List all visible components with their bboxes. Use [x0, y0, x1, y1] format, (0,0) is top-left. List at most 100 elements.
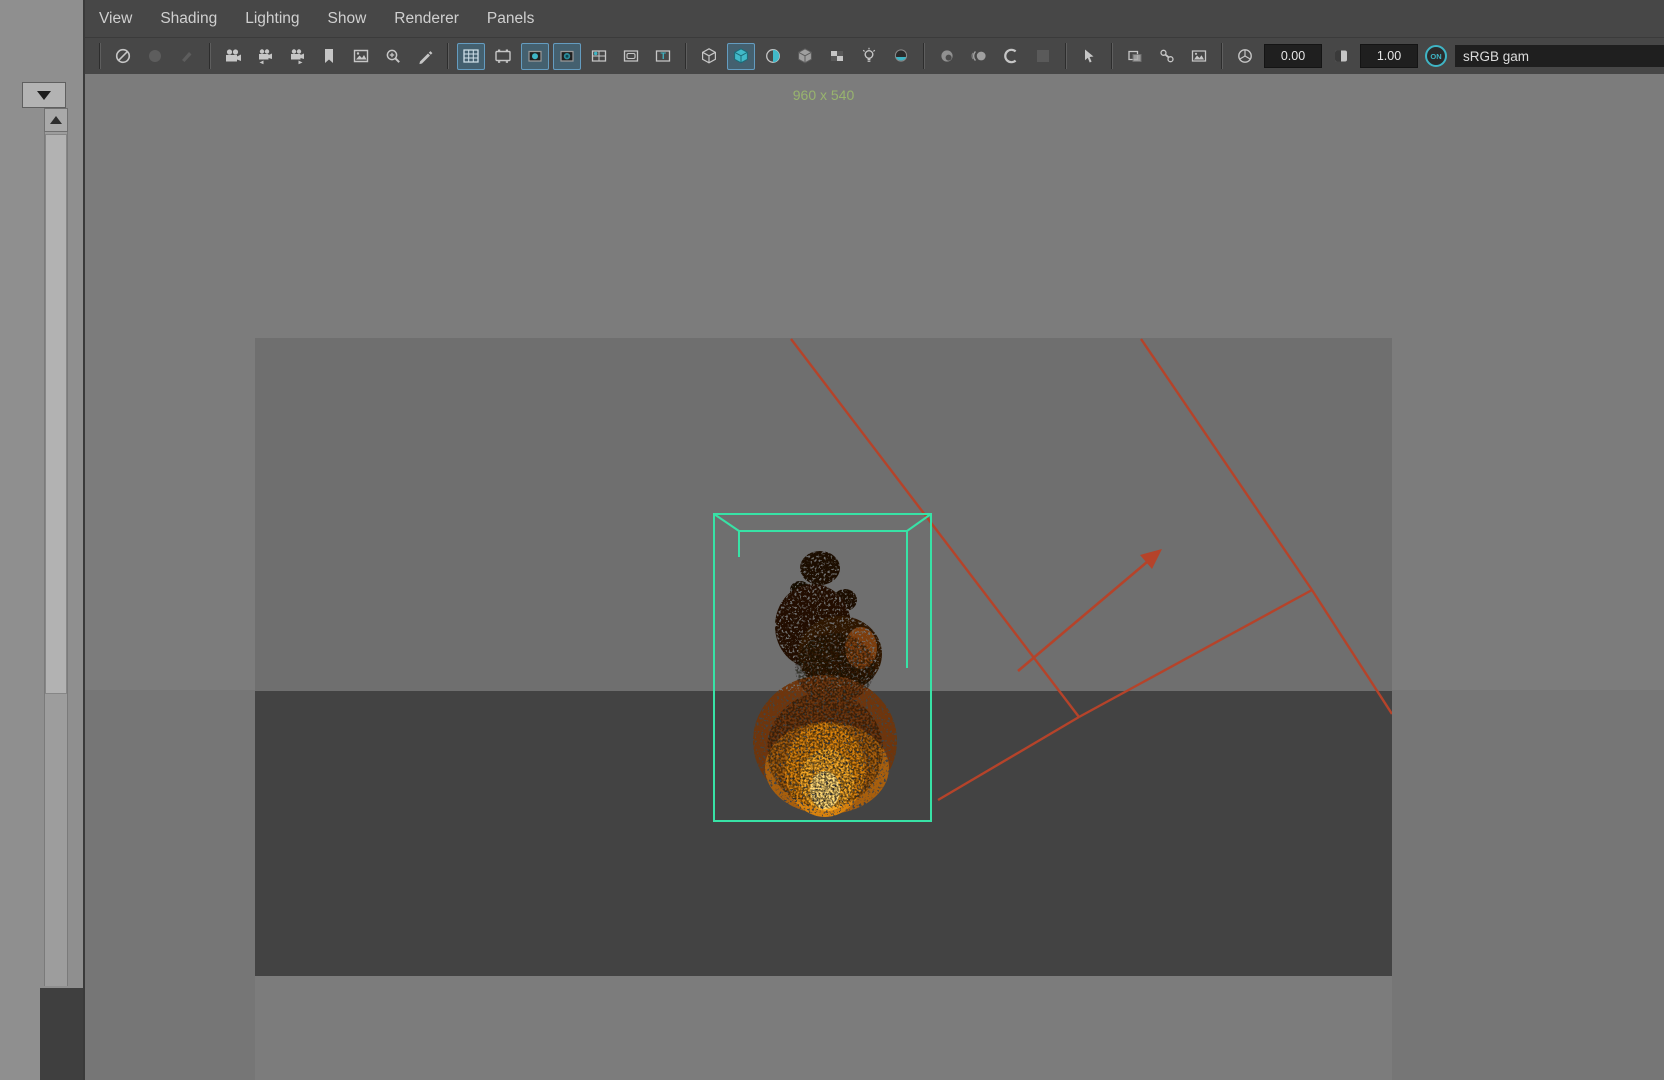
panel-dropdown[interactable] [22, 82, 66, 108]
menu-show[interactable]: Show [328, 10, 367, 28]
pan-zoom-icon [384, 47, 402, 65]
chevron-down-icon [37, 90, 51, 100]
pan-zoom-button[interactable] [379, 43, 407, 70]
safe-action-icon [622, 47, 640, 65]
anti-aliasing-icon [1002, 47, 1020, 65]
left-scrollbar[interactable] [44, 108, 68, 986]
select-camera-button[interactable] [219, 43, 247, 70]
panel-toolbar: T 0.00 1.00 ON sRGB gam [85, 37, 1664, 74]
film-gate-icon [494, 49, 512, 63]
pencil-icon [419, 51, 433, 65]
panel-menu-bar: View Shading Lighting Show Renderer Pane… [85, 0, 1664, 37]
camera-icon [226, 49, 241, 62]
default-material-cube-icon [796, 47, 814, 65]
gate-mask-toggle-button[interactable] [553, 42, 581, 70]
film-gate-toggle-button[interactable] [489, 43, 517, 70]
x-ray-joints-icon [1158, 47, 1176, 65]
contrast-icon [1335, 50, 1347, 62]
exposure-button[interactable] [1231, 43, 1259, 70]
viewport[interactable]: 960 x 540 [85, 74, 1664, 1080]
contrast-button[interactable] [1327, 43, 1355, 70]
x-ray-toggle-button[interactable] [1121, 43, 1149, 70]
motion-blur-toggle-button[interactable] [965, 43, 993, 70]
camera-attributes-prev-button[interactable] [251, 43, 279, 70]
checker-icon [831, 51, 843, 61]
light-bulb-icon [860, 47, 878, 65]
toolbar-separator [685, 43, 687, 69]
cursor-arrow-icon [1085, 49, 1094, 63]
safe-action-toggle-button[interactable] [617, 43, 645, 70]
x-ray-icon [1126, 47, 1144, 65]
use-all-lights-button[interactable] [855, 43, 883, 70]
exposure-input[interactable] [1264, 44, 1322, 68]
image-plane-button[interactable] [347, 43, 375, 70]
toolbar-separator [99, 43, 101, 69]
scrollbar-thumb[interactable] [45, 134, 67, 694]
safe-title-toggle-button[interactable]: T [649, 43, 677, 70]
scrollbar-track[interactable] [44, 132, 68, 986]
shaded-cube-icon [732, 47, 750, 65]
ambient-occlusion-icon [941, 50, 953, 62]
fire-soot-speckle [767, 633, 883, 808]
menu-lighting[interactable]: Lighting [245, 10, 299, 28]
menu-renderer[interactable]: Renderer [394, 10, 459, 28]
resolution-gate-toggle-button[interactable] [521, 42, 549, 70]
motion-blur-icon [970, 47, 986, 65]
anti-aliasing-toggle-button[interactable] [997, 43, 1025, 70]
toolbar-separator [1111, 43, 1113, 69]
grid-toggle-button[interactable] [457, 42, 485, 70]
dimmed-brush-icon [182, 52, 192, 62]
x-ray-joints-toggle-button[interactable] [1153, 43, 1181, 70]
menu-panels[interactable]: Panels [487, 10, 534, 28]
color-management-on-toggle[interactable]: ON [1425, 45, 1447, 67]
gamma-input[interactable] [1360, 44, 1418, 68]
bookmark-button[interactable] [315, 43, 343, 70]
smooth-shade-mode-button[interactable] [727, 42, 755, 70]
field-chart-icon [590, 47, 608, 65]
bottom-panel-edge [40, 988, 85, 1080]
isolate-select-button[interactable] [1075, 43, 1103, 70]
photo-icon [1190, 47, 1208, 65]
dimmed-tool-b-button[interactable] [173, 43, 201, 70]
maya-viewport-window: View Shading Lighting Show Renderer Pane… [0, 0, 1664, 1080]
disabled-slot-button[interactable] [1029, 43, 1057, 70]
wireframe-on-shaded-button[interactable] [823, 43, 851, 70]
resolution-gate-region [255, 338, 1392, 976]
ground-plane-left [85, 690, 255, 1080]
direction-arrow[interactable] [1017, 549, 1162, 672]
textured-mode-button[interactable] [759, 43, 787, 70]
disabled-square-icon [1037, 50, 1049, 62]
scroll-up-button[interactable] [44, 108, 68, 132]
resolution-gate-label: 960 x 540 [792, 87, 855, 103]
toolbar-separator [447, 43, 449, 69]
toolbar-separator [209, 43, 211, 69]
occlusion-toggle-button[interactable] [933, 43, 961, 70]
texture-snapshot-button[interactable] [1185, 43, 1213, 70]
toolbar-separator [1065, 43, 1067, 69]
circle-slash-button[interactable] [109, 43, 137, 70]
camera-attributes-next-button[interactable] [283, 43, 311, 70]
field-chart-toggle-button[interactable] [585, 43, 613, 70]
wireframe-cube-icon [700, 47, 718, 65]
shadows-toggle-button[interactable] [887, 43, 915, 70]
gate-mask-icon [558, 47, 576, 65]
menu-view[interactable]: View [99, 10, 132, 28]
view-transform-select[interactable]: sRGB gam [1455, 45, 1664, 67]
shadows-sphere-icon [892, 47, 910, 65]
menu-shading[interactable]: Shading [160, 10, 217, 28]
resolution-gate-icon [526, 47, 544, 65]
toolbar-separator [923, 43, 925, 69]
bookmark-icon [325, 49, 333, 63]
grease-pencil-button[interactable] [411, 43, 439, 70]
circle-slash-icon [114, 47, 132, 65]
svg-text:T: T [661, 51, 667, 61]
wireframe-mode-button[interactable] [695, 43, 723, 70]
panel-header: View Shading Lighting Show Renderer Pane… [85, 0, 1664, 74]
textured-sphere-icon [764, 47, 782, 65]
ground-plane-right [1392, 690, 1664, 1080]
toolbar-separator [1221, 43, 1223, 69]
use-default-material-button[interactable] [791, 43, 819, 70]
dimmed-tool-a-button[interactable] [141, 43, 169, 70]
image-plane-icon [352, 47, 370, 65]
arrow-up-icon [50, 116, 62, 124]
